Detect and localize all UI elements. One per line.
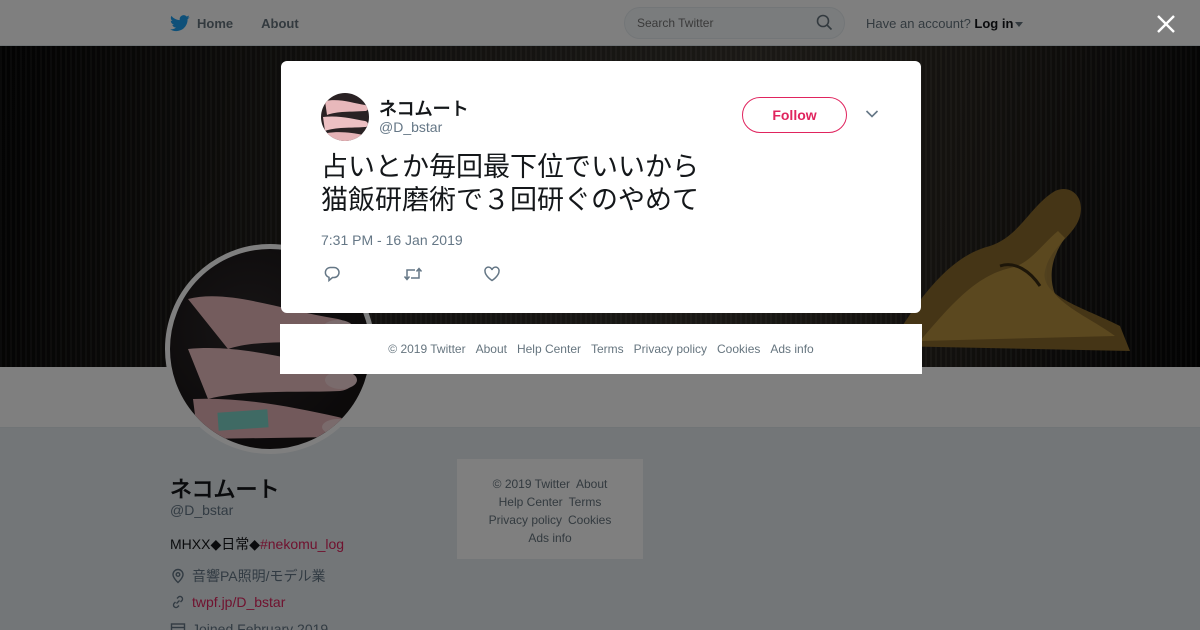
modal-footer-about[interactable]: About — [476, 342, 507, 356]
tweet-author-name[interactable]: ネコムート — [379, 95, 469, 121]
follow-button[interactable]: Follow — [742, 97, 847, 133]
tweet-text-line-2: 猫飯研磨術で３回研ぐのやめて — [321, 185, 699, 216]
tweet-actions — [323, 264, 563, 284]
modal-footer: © 2019 Twitter About Help Center Terms P… — [280, 324, 922, 374]
tweet-author-handle[interactable]: @D_bstar — [379, 119, 442, 135]
tweet-modal: ネコムート @D_bstar Follow 占いとか毎回最下位でいいから 猫飯研… — [281, 61, 921, 313]
modal-footer-terms[interactable]: Terms — [591, 342, 624, 356]
heart-icon — [484, 266, 500, 282]
like-action[interactable] — [483, 264, 563, 284]
retweet-action[interactable] — [403, 264, 483, 284]
tweet-text-line-1: 占いとか毎回最下位でいいから — [321, 152, 699, 183]
tweet-timestamp[interactable]: 7:31 PM - 16 Jan 2019 — [321, 232, 463, 248]
reply-action[interactable] — [323, 264, 403, 284]
modal-footer-copyright: © 2019 Twitter — [388, 342, 466, 356]
modal-footer-ads[interactable]: Ads info — [770, 342, 813, 356]
modal-footer-cookies[interactable]: Cookies — [717, 342, 760, 356]
reply-icon — [324, 266, 340, 283]
avatar-nail-photo — [323, 100, 368, 141]
retweet-icon — [403, 267, 423, 281]
tweet-text: 占いとか毎回最下位でいいから 猫飯研磨術で３回研ぐのやめて — [321, 151, 699, 217]
chevron-down-icon[interactable] — [865, 109, 879, 119]
modal-footer-help[interactable]: Help Center — [517, 342, 581, 356]
modal-footer-privacy[interactable]: Privacy policy — [634, 342, 707, 356]
close-icon[interactable] — [1156, 14, 1176, 34]
tweet-author-avatar[interactable] — [321, 93, 369, 141]
